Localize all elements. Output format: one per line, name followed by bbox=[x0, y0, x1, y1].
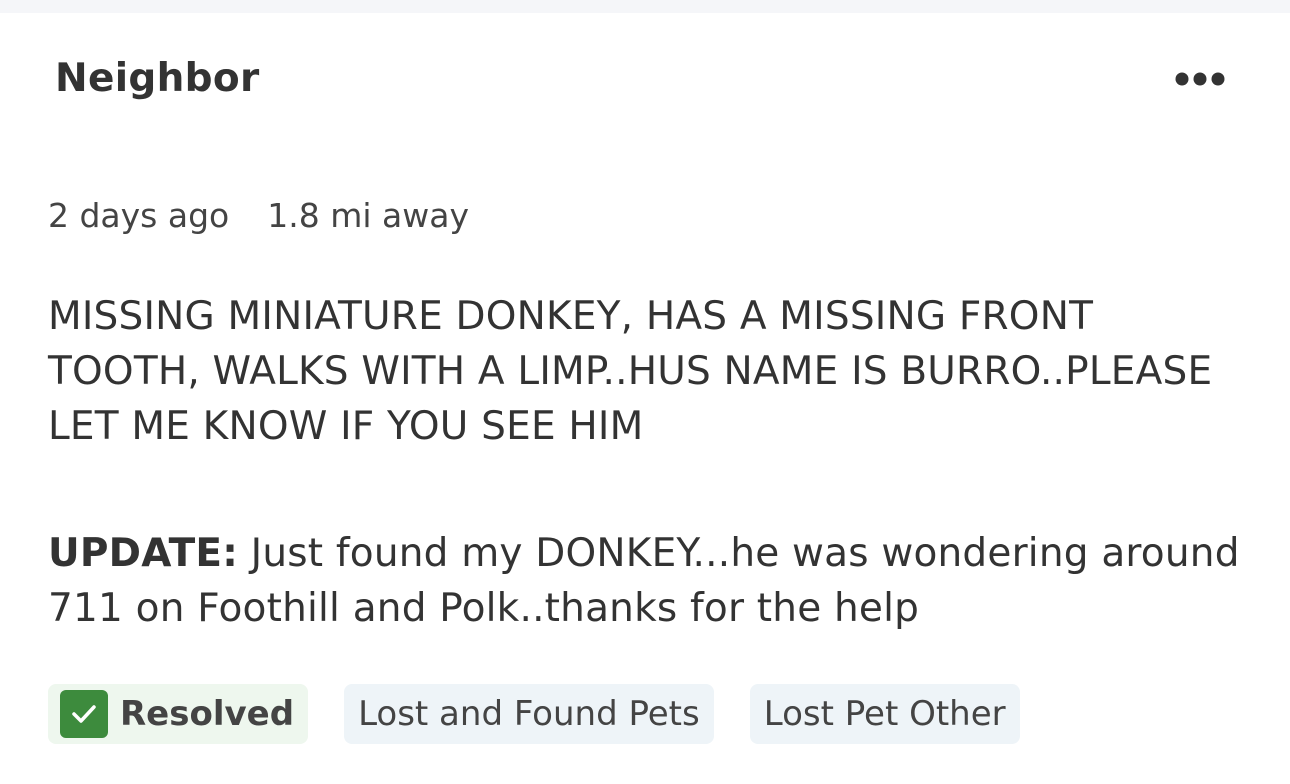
post-distance: 1.8 mi away bbox=[267, 196, 469, 235]
post-update: UPDATE: Just found my DONKEY...he was wo… bbox=[48, 526, 1248, 636]
check-icon bbox=[60, 690, 108, 738]
post-tags: Resolved Lost and Found Pets Lost Pet Ot… bbox=[48, 684, 1020, 744]
resolved-badge[interactable]: Resolved bbox=[48, 684, 309, 744]
update-label: UPDATE: bbox=[48, 531, 239, 576]
more-dots-icon bbox=[1175, 72, 1225, 86]
tag-lost-and-found-pets[interactable]: Lost and Found Pets bbox=[344, 684, 714, 744]
post-meta: 2 days ago 1.8 mi away bbox=[48, 196, 469, 235]
top-divider bbox=[0, 0, 1290, 13]
tag-label: Lost Pet Other bbox=[763, 694, 1006, 734]
resolved-label: Resolved bbox=[120, 694, 295, 734]
post-body: MISSING MINIATURE DONKEY, HAS A MISSING … bbox=[48, 294, 1213, 449]
more-options-button[interactable] bbox=[1170, 62, 1230, 96]
tag-lost-pet-other[interactable]: Lost Pet Other bbox=[749, 684, 1020, 744]
post-timestamp: 2 days ago bbox=[48, 196, 230, 235]
post-author[interactable]: Neighbor bbox=[55, 56, 259, 101]
tag-label: Lost and Found Pets bbox=[358, 694, 700, 734]
